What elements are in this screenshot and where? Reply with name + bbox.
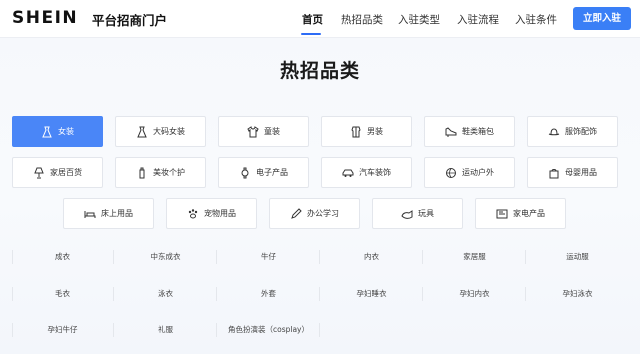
shein-logo[interactable]: SHEIN bbox=[12, 8, 78, 28]
divider bbox=[216, 250, 217, 264]
nav-entry-types[interactable]: 入驻类型 bbox=[398, 12, 440, 27]
kids-shirt-icon bbox=[247, 125, 259, 138]
category-beauty[interactable]: 美妆个护 bbox=[115, 157, 206, 188]
category-label: 电子产品 bbox=[256, 168, 288, 177]
category-shoes-bags[interactable]: 鞋类箱包 bbox=[424, 116, 515, 147]
paw-icon bbox=[187, 208, 199, 220]
heel-shoe-icon bbox=[445, 126, 457, 138]
divider bbox=[319, 287, 320, 301]
category-maternity-baby[interactable]: 母婴用品 bbox=[527, 157, 618, 188]
subcategory-item[interactable]: 运动服 bbox=[527, 250, 628, 264]
subcategory-item[interactable]: 孕妇泳衣 bbox=[527, 287, 628, 301]
divider bbox=[113, 250, 114, 264]
category-label: 女装 bbox=[58, 127, 74, 136]
category-label: 童装 bbox=[264, 127, 280, 136]
bed-icon bbox=[84, 208, 96, 220]
divider bbox=[319, 250, 320, 264]
cosmetics-bottle-icon bbox=[136, 167, 148, 179]
category-appliances[interactable]: 家电产品 bbox=[475, 198, 566, 229]
subcategory-item[interactable]: 内衣 bbox=[321, 250, 422, 264]
watch-icon bbox=[239, 167, 251, 179]
nav-hot-categories[interactable]: 热招品类 bbox=[341, 12, 383, 27]
subcategory-item[interactable]: 牛仔 bbox=[218, 250, 319, 264]
category-bedding[interactable]: 床上用品 bbox=[63, 198, 154, 229]
subcategory-item[interactable]: 成衣 bbox=[12, 250, 113, 264]
category-label: 大码女装 bbox=[153, 127, 185, 136]
category-label: 办公学习 bbox=[307, 209, 339, 218]
subcategory-item[interactable]: 孕妇内衣 bbox=[424, 287, 525, 301]
portal-title: 平台招商门户 bbox=[92, 13, 168, 28]
category-label: 汽车装饰 bbox=[359, 168, 391, 177]
category-womens-wear[interactable]: 女装 bbox=[12, 116, 103, 147]
category-kids-wear[interactable]: 童装 bbox=[218, 116, 309, 147]
category-auto[interactable]: 汽车装饰 bbox=[321, 157, 412, 188]
dress-icon bbox=[41, 126, 53, 138]
category-label: 男装 bbox=[367, 127, 383, 136]
plus-size-dress-icon bbox=[136, 126, 148, 138]
category-sports[interactable]: 运动户外 bbox=[424, 157, 515, 188]
subcategory-item[interactable]: 外套 bbox=[218, 287, 319, 301]
category-plus-size[interactable]: 大码女装 bbox=[115, 116, 206, 147]
nav-active-indicator bbox=[301, 33, 321, 35]
category-mens-wear[interactable]: 男装 bbox=[321, 116, 412, 147]
mens-shirt-icon bbox=[350, 126, 362, 138]
category-label: 母婴用品 bbox=[565, 168, 597, 177]
category-accessories[interactable]: 服饰配饰 bbox=[527, 116, 618, 147]
nav-home[interactable]: 首页 bbox=[302, 12, 323, 27]
subcategory-item[interactable]: 家居服 bbox=[424, 250, 525, 264]
category-label: 鞋类箱包 bbox=[462, 127, 494, 136]
divider bbox=[525, 250, 526, 264]
category-toys[interactable]: 玩具 bbox=[372, 198, 463, 229]
top-header: SHEIN 平台招商门户 首页 热招品类 入驻类型 入驻流程 入驻条件 立即入驻 bbox=[0, 0, 640, 38]
divider bbox=[422, 250, 423, 264]
lamp-icon bbox=[33, 167, 45, 179]
subcategory-item[interactable]: 角色扮演装（cosplay） bbox=[218, 323, 319, 337]
category-label: 床上用品 bbox=[101, 209, 133, 218]
hat-icon bbox=[548, 126, 560, 138]
ball-icon bbox=[445, 167, 457, 179]
category-label: 美妆个护 bbox=[153, 168, 185, 177]
subcategory-item[interactable]: 泳衣 bbox=[115, 287, 216, 301]
subcategory-item[interactable]: 礼服 bbox=[115, 323, 216, 337]
baby-bag-icon bbox=[548, 167, 560, 179]
category-label: 运动户外 bbox=[462, 168, 494, 177]
nav-entry-process[interactable]: 入驻流程 bbox=[457, 12, 499, 27]
car-icon bbox=[342, 167, 354, 179]
subcategory-item[interactable]: 毛衣 bbox=[12, 287, 113, 301]
apply-now-button[interactable]: 立即入驻 bbox=[573, 7, 631, 30]
subcategory-item[interactable]: 孕妇牛仔 bbox=[12, 323, 113, 337]
divider bbox=[113, 323, 114, 337]
divider bbox=[216, 323, 217, 337]
divider bbox=[216, 287, 217, 301]
pencil-icon bbox=[290, 207, 302, 220]
divider bbox=[319, 323, 320, 337]
category-label: 服饰配饰 bbox=[565, 127, 597, 136]
category-office-study[interactable]: 办公学习 bbox=[269, 198, 360, 229]
subcategory-item[interactable]: 孕妇睡衣 bbox=[321, 287, 422, 301]
divider bbox=[525, 287, 526, 301]
appliance-icon bbox=[496, 208, 508, 220]
category-label: 家居百货 bbox=[50, 168, 82, 177]
category-electronics[interactable]: 电子产品 bbox=[218, 157, 309, 188]
divider bbox=[113, 287, 114, 301]
category-pets[interactable]: 宠物用品 bbox=[166, 198, 257, 229]
nav-entry-conditions[interactable]: 入驻条件 bbox=[515, 12, 557, 27]
divider bbox=[422, 287, 423, 301]
category-label: 宠物用品 bbox=[204, 209, 236, 218]
section-title: 热招品类 bbox=[279, 60, 360, 82]
toy-icon bbox=[401, 208, 413, 220]
category-label: 家电产品 bbox=[513, 209, 545, 218]
category-label: 玩具 bbox=[418, 209, 434, 218]
subcategory-item[interactable]: 中东成衣 bbox=[115, 250, 216, 264]
category-home-goods[interactable]: 家居百货 bbox=[12, 157, 103, 188]
